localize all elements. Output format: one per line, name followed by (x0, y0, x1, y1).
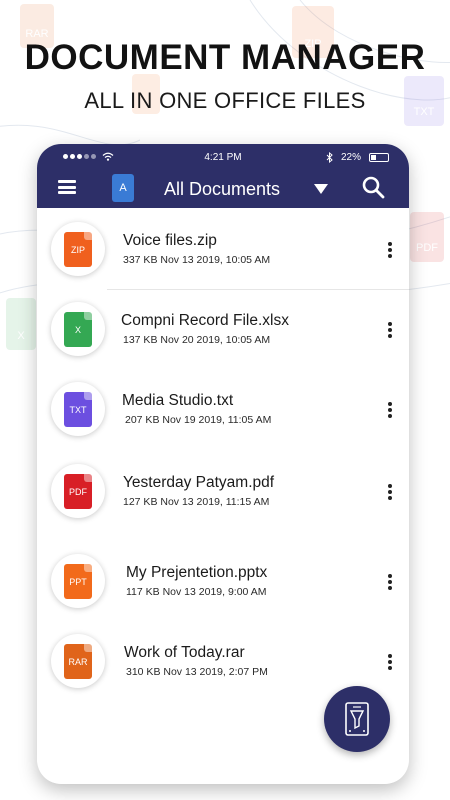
more-vertical-icon[interactable] (387, 574, 393, 590)
file-meta: 127 KB Nov 13 2019, 11:15 AM (123, 496, 270, 508)
file-row[interactable]: ZIP Voice files.zip 337 KB Nov 13 2019, … (37, 214, 409, 288)
battery-icon (369, 153, 389, 162)
file-row[interactable]: TXT Media Studio.txt 207 KB Nov 19 2019,… (37, 374, 409, 448)
battery-percent: 22% (340, 152, 361, 163)
file-meta: 310 KB Nov 13 2019, 2:07 PM (126, 666, 268, 678)
app-bar: 4:21 PM 22% A All Documents (37, 144, 409, 208)
zip-file-icon: ZIP (64, 232, 92, 267)
file-name: Work of Today.rar (124, 644, 245, 661)
triangle-down-icon[interactable] (314, 184, 328, 194)
more-vertical-icon[interactable] (387, 484, 393, 500)
more-vertical-icon[interactable] (387, 322, 393, 338)
rar-file-icon: RAR (64, 644, 92, 679)
ppt-file-icon: PPT (64, 564, 92, 599)
file-row[interactable]: X Compni Record File.xlsx 137 KB Nov 20 … (37, 294, 409, 368)
background-pdf-icon: PDF (410, 212, 444, 262)
file-meta: 337 KB Nov 13 2019, 10:05 AM (123, 254, 271, 266)
divider (107, 289, 409, 290)
toolbar: A All Documents (37, 170, 409, 208)
file-row[interactable]: PDF Yesterday Patyam.pdf 127 KB Nov 13 2… (37, 456, 409, 530)
file-meta: 137 KB Nov 20 2019, 10:05 AM (123, 334, 271, 346)
more-vertical-icon[interactable] (387, 402, 393, 418)
txt-file-icon: TXT (64, 392, 92, 427)
promo-subheadline: ALL IN ONE OFFICE FILES (84, 88, 366, 113)
file-meta: 207 KB Nov 19 2019, 11:05 AM (125, 414, 272, 426)
file-name: Media Studio.txt (122, 392, 234, 409)
cleaner-fab-button[interactable] (324, 686, 390, 752)
file-name: Voice files.zip (123, 232, 217, 249)
more-vertical-icon[interactable] (387, 242, 393, 258)
background-xlsx-icon: X (6, 298, 36, 350)
search-icon[interactable] (361, 175, 385, 199)
excel-file-icon: X (64, 312, 92, 347)
file-name: My Prejentetion.pptx (126, 564, 268, 581)
pdf-file-icon: PDF (64, 474, 92, 509)
more-vertical-icon[interactable] (387, 654, 393, 670)
phone-screen: 4:21 PM 22% A All Documents ZIP Voice fi… (37, 144, 409, 784)
page-title: All Documents (164, 179, 281, 199)
menu-icon[interactable] (58, 180, 76, 194)
documents-logo-icon: A (112, 174, 134, 202)
file-meta: 117 KB Nov 13 2019, 9:00 AM (126, 586, 267, 598)
cleaner-brush-icon (345, 702, 369, 736)
promo-headline: DOCUMENT MANAGER (24, 38, 426, 77)
bluetooth-icon (326, 152, 333, 163)
status-bar: 4:21 PM 22% (37, 144, 409, 170)
file-name: Yesterday Patyam.pdf (123, 474, 275, 491)
file-row[interactable]: PPT My Prejentetion.pptx 117 KB Nov 13 2… (37, 546, 409, 620)
file-name: Compni Record File.xlsx (121, 312, 289, 329)
